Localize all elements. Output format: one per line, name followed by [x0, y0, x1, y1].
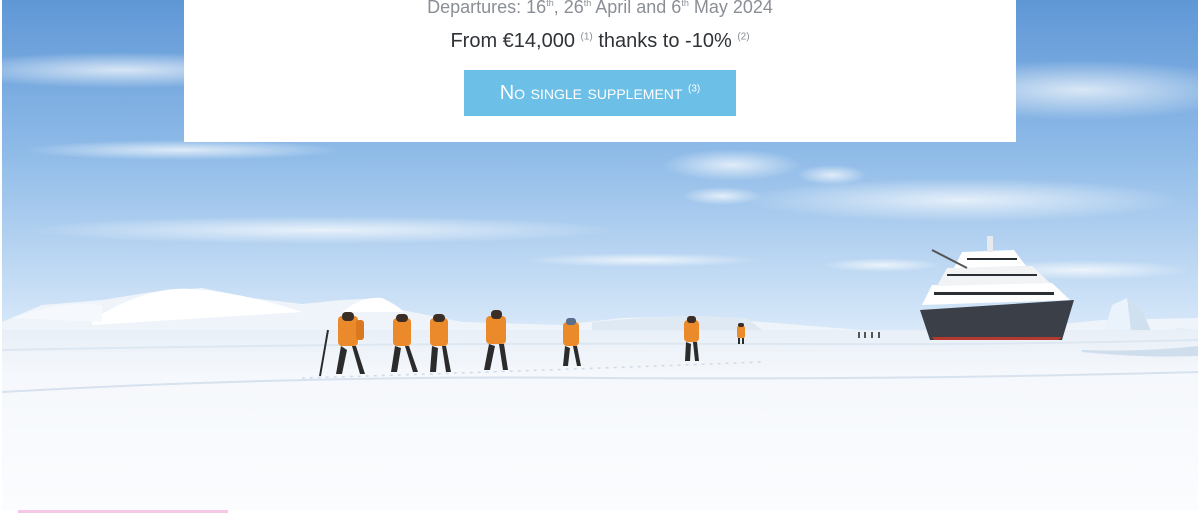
page: Departures: 16th, 26th April and 6th May…	[0, 0, 1200, 513]
departures-suffix: May 2024	[688, 0, 773, 17]
price-text: From €14,000 (1) thanks to -10% (2)	[184, 28, 1016, 54]
cta-label: No single supplement	[499, 82, 683, 104]
offer-card: Departures: 16th, 26th April and 6th May…	[184, 0, 1016, 142]
discount-text: thanks to -10%	[598, 30, 732, 52]
price-amount: From €14,000	[450, 30, 575, 52]
no-single-supplement-button[interactable]: No single supplement (3)	[464, 70, 736, 116]
footnote-ref: (2)	[737, 31, 750, 43]
departures-part: , 26	[553, 0, 584, 17]
ordinal-suffix: th	[681, 0, 689, 8]
ordinal-suffix: th	[546, 0, 554, 8]
footnote-ref: (3)	[688, 83, 701, 95]
footnote-ref: (1)	[580, 31, 593, 43]
departures-part: April and 6	[591, 0, 682, 17]
departures-text: Departures: 16th, 26th April and 6th May…	[184, 0, 1016, 19]
departures-prefix: Departures: 16	[427, 0, 547, 17]
